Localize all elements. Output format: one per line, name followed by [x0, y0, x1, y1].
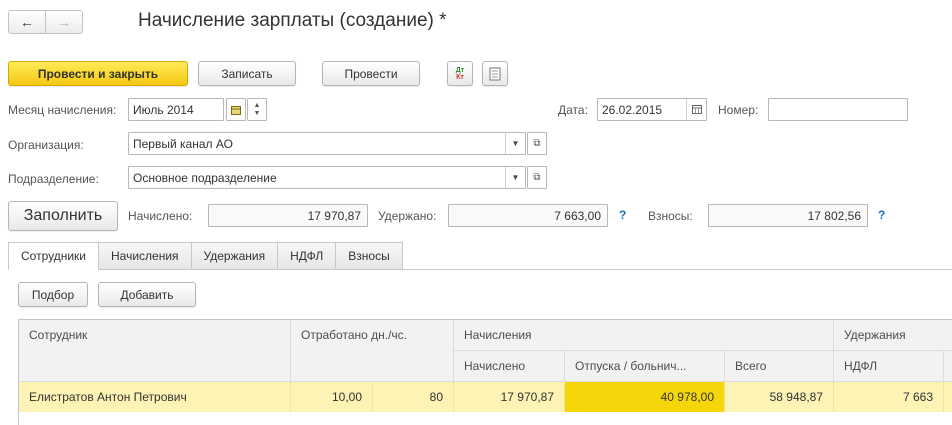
date-label: Дата: [558, 103, 588, 117]
add-row-button[interactable]: Добавить [98, 282, 196, 307]
accrued-label: Начислено: [128, 209, 193, 223]
tab-deductions[interactable]: Удержания [191, 242, 279, 270]
open-link-icon: ⧉ [533, 138, 541, 149]
fill-button[interactable]: Заполнить [8, 201, 118, 231]
cell-days[interactable]: 10,00 [291, 382, 373, 412]
tab-bar: Сотрудники Начисления Удержания НДФЛ Взн… [8, 242, 403, 270]
cell-employee[interactable]: Елистратов Антон Петрович [19, 382, 291, 412]
col-group-accruals[interactable]: Начисления [454, 320, 834, 351]
cell-total[interactable]: 58 948,87 [725, 382, 834, 412]
save-button[interactable]: Записать [198, 61, 296, 86]
calendar-button[interactable] [226, 98, 246, 121]
forward-button[interactable]: → [45, 10, 83, 34]
open-department-button[interactable]: ⧉ [527, 166, 547, 189]
number-label: Номер: [718, 103, 759, 117]
organization-select[interactable]: Первый канал АО ▼ [128, 132, 526, 155]
month-input[interactable]: Июль 2014 [128, 98, 224, 121]
date-input[interactable]: 26.02.2015 [597, 98, 707, 121]
month-label: Месяц начисления: [8, 103, 117, 117]
tab-contributions[interactable]: Взносы [336, 242, 403, 270]
col-accrued[interactable]: Начислено [454, 351, 565, 382]
tab-ndfl[interactable]: НДФЛ [278, 242, 337, 270]
tab-accruals[interactable]: Начисления [99, 242, 192, 270]
calendar-icon [231, 105, 241, 115]
month-stepper[interactable]: ▲ ▼ [247, 98, 267, 121]
organization-label: Организация: [8, 138, 84, 152]
cell-accrued[interactable]: 17 970,87 [454, 382, 565, 412]
col-vacation[interactable]: Отпуска / больнич... [565, 351, 725, 382]
cell-hours[interactable]: 80 [373, 382, 454, 412]
open-organization-button[interactable]: ⧉ [527, 132, 547, 155]
print-document-button[interactable] [482, 61, 508, 86]
withheld-label: Удержано: [378, 209, 437, 223]
date-value: 26.02.2015 [602, 102, 663, 117]
department-label: Подразделение: [8, 172, 99, 186]
col-worked[interactable]: Отработано дн./чс. [291, 320, 454, 382]
tab-employees[interactable]: Сотрудники [8, 242, 99, 270]
stepper-down-icon: ▼ [253, 109, 261, 117]
arrow-right-icon: → [57, 14, 71, 30]
cell-ndfl[interactable]: 7 663 [834, 382, 944, 412]
chevron-down-icon[interactable]: ▼ [505, 133, 525, 154]
col-employee[interactable]: Сотрудник [19, 320, 291, 382]
contributions-help-icon[interactable]: ? [878, 208, 885, 222]
document-icon [489, 67, 501, 80]
post-button[interactable]: Провести [322, 61, 420, 86]
col-group-deductions[interactable]: Удержания [834, 320, 952, 351]
contributions-label: Взносы: [648, 209, 693, 223]
open-link-icon: ⧉ [533, 172, 541, 183]
back-button[interactable]: ← [8, 10, 46, 34]
department-select[interactable]: Основное подразделение ▼ [128, 166, 526, 189]
dt-kt-button[interactable]: Дт Кт [447, 61, 473, 86]
chevron-down-icon[interactable]: ▼ [505, 167, 525, 188]
department-value: Основное подразделение [133, 170, 277, 185]
date-calendar-icon[interactable] [686, 99, 706, 120]
employees-table: Сотрудник Отработано дн./чс. Начисления … [18, 319, 952, 425]
contributions-total: 17 802,56 [708, 204, 868, 227]
cell-more [944, 382, 952, 412]
select-employees-button[interactable]: Подбор [18, 282, 88, 307]
withheld-total: 7 663,00 [448, 204, 608, 227]
cell-vacation[interactable]: 40 978,00 [565, 382, 725, 412]
col-ndfl[interactable]: НДФЛ [834, 351, 944, 382]
withheld-help-icon[interactable]: ? [619, 208, 626, 222]
col-total[interactable]: Всего [725, 351, 834, 382]
post-and-close-button[interactable]: Провести и закрыть [8, 61, 188, 86]
stepper-up-icon: ▲ [253, 101, 261, 109]
arrow-left-icon: ← [20, 14, 34, 30]
organization-value: Первый канал АО [133, 136, 233, 151]
dt-kt-icon: Дт Кт [455, 66, 465, 81]
accrued-total: 17 970,87 [208, 204, 368, 227]
page-title: Начисление зарплаты (создание) * [138, 10, 447, 31]
col-more [944, 351, 952, 382]
number-input[interactable] [768, 98, 908, 121]
